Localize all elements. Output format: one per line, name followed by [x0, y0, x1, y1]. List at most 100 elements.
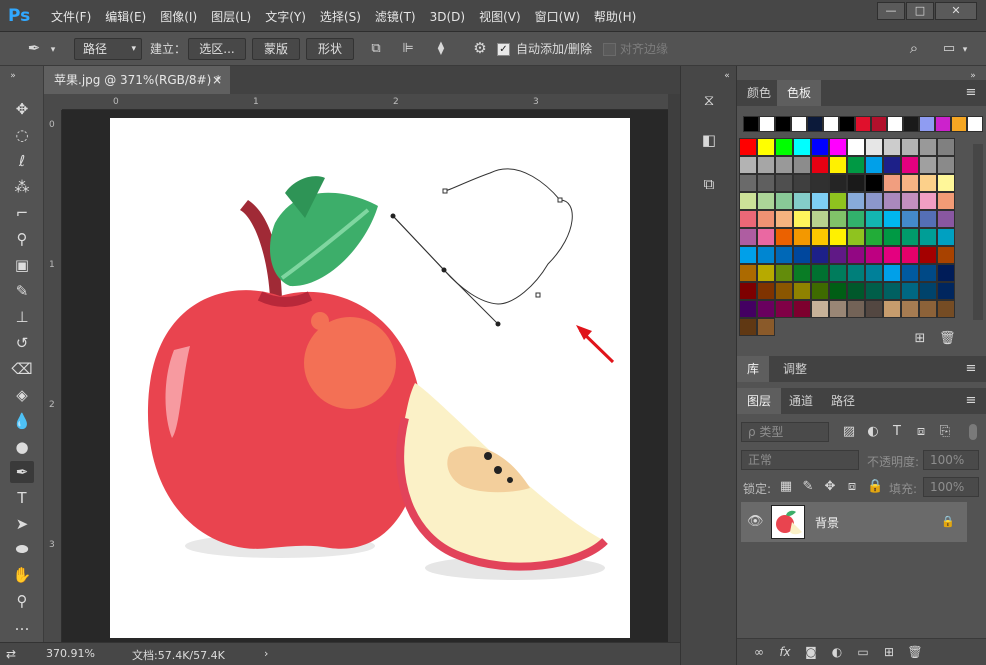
paint-bucket-tool-icon[interactable]: ◈ [10, 384, 34, 406]
layer-filter-select[interactable]: ρ 类型 [741, 422, 829, 442]
color-swatch[interactable] [865, 282, 883, 300]
color-swatch[interactable] [775, 156, 793, 174]
tab-channels[interactable]: 通道 [779, 388, 823, 414]
color-swatch[interactable] [811, 192, 829, 210]
document-tab[interactable]: 苹果.jpg @ 371%(RGB/8#) * × [44, 66, 230, 94]
color-swatch[interactable] [739, 192, 757, 210]
filter-shape-icon[interactable]: ⧈ [913, 424, 929, 440]
make-selection-button[interactable]: 选区... [188, 38, 246, 60]
color-swatch[interactable] [919, 300, 937, 318]
filter-pixel-icon[interactable]: ▨ [841, 424, 857, 440]
tab-libraries[interactable]: 库 [737, 356, 770, 382]
blur-tool-icon[interactable]: 💧 [10, 410, 34, 432]
restore-button[interactable]: □ [906, 2, 934, 20]
color-swatch[interactable] [739, 138, 757, 156]
color-swatch[interactable] [775, 174, 793, 192]
color-swatch[interactable] [847, 138, 865, 156]
color-swatch[interactable] [829, 156, 847, 174]
lock-position-icon[interactable]: ✥ [823, 479, 837, 495]
minimize-button[interactable]: — [877, 2, 905, 20]
color-swatch[interactable] [775, 228, 793, 246]
path-operations-icon[interactable]: ⧉ [366, 41, 386, 57]
color-swatch[interactable] [865, 228, 883, 246]
move-tool-icon[interactable]: ✥ [10, 98, 34, 120]
menu-edit[interactable]: 编辑(E) [98, 0, 153, 32]
color-swatch[interactable] [937, 246, 955, 264]
color-swatch[interactable] [865, 210, 883, 228]
menu-help[interactable]: 帮助(H) [587, 0, 643, 32]
lasso-tool-icon[interactable]: ℓ [10, 150, 34, 172]
eyedropper-tool-icon[interactable]: ⚲ [10, 228, 34, 250]
color-swatch[interactable] [847, 228, 865, 246]
new-group-icon[interactable]: ▭ [855, 644, 871, 660]
path-anchor-point[interactable] [441, 267, 447, 273]
color-swatch[interactable] [775, 138, 793, 156]
recent-swatch[interactable] [967, 116, 983, 132]
color-swatch[interactable] [811, 246, 829, 264]
delete-layer-icon[interactable]: 🗑 [907, 644, 923, 660]
lock-pixels-icon[interactable]: ✎ [801, 479, 815, 495]
menu-3d[interactable]: 3D(D) [423, 0, 472, 32]
path-selection-tool-icon[interactable]: ➤ [10, 513, 34, 535]
add-mask-icon[interactable]: ◙ [803, 644, 819, 660]
color-swatch[interactable] [883, 192, 901, 210]
color-swatch[interactable] [883, 300, 901, 318]
color-swatch[interactable] [793, 138, 811, 156]
color-swatch[interactable] [883, 156, 901, 174]
color-swatch[interactable] [937, 228, 955, 246]
recent-swatch[interactable] [871, 116, 887, 132]
filter-smart-object-icon[interactable]: ⎘ [937, 424, 953, 440]
ellipse-tool-icon[interactable]: ⬬ [10, 538, 34, 560]
color-swatch[interactable] [757, 138, 775, 156]
recent-swatch[interactable] [743, 116, 759, 132]
lock-transparency-icon[interactable]: ▦ [779, 479, 793, 495]
recent-swatch[interactable] [935, 116, 951, 132]
menu-select[interactable]: 选择(S) [313, 0, 368, 32]
color-swatch[interactable] [829, 264, 847, 282]
color-swatch[interactable] [901, 264, 919, 282]
pen-mode-select[interactable]: 路径 ▾ [74, 38, 142, 60]
color-swatch[interactable] [811, 138, 829, 156]
recent-swatch[interactable] [887, 116, 903, 132]
color-swatch[interactable] [757, 228, 775, 246]
color-swatch[interactable] [865, 156, 883, 174]
color-swatch[interactable] [811, 300, 829, 318]
collapse-arrows-icon[interactable]: » [6, 68, 20, 84]
close-window-button[interactable]: ✕ [935, 2, 977, 20]
color-swatch[interactable] [775, 210, 793, 228]
color-swatch[interactable] [937, 156, 955, 174]
blend-mode-select[interactable]: 正常 [741, 450, 859, 470]
more-tools-icon[interactable]: … [10, 618, 34, 634]
workspace-icon[interactable]: ▭ [940, 41, 958, 57]
gear-icon[interactable]: ⚙ [470, 40, 490, 56]
color-swatch[interactable] [919, 174, 937, 192]
color-swatch[interactable] [937, 282, 955, 300]
color-swatch[interactable] [901, 282, 919, 300]
color-swatch[interactable] [847, 174, 865, 192]
color-swatch[interactable] [793, 300, 811, 318]
color-swatch[interactable] [937, 210, 955, 228]
color-swatch[interactable] [793, 282, 811, 300]
new-layer-icon[interactable]: ⊞ [881, 644, 897, 660]
color-swatch[interactable] [937, 300, 955, 318]
color-swatch[interactable] [883, 138, 901, 156]
color-swatch[interactable] [901, 228, 919, 246]
vertical-scrollbar[interactable] [668, 94, 680, 642]
marquee-tool-icon[interactable]: ◌ [10, 124, 34, 146]
color-swatch[interactable] [739, 174, 757, 192]
magic-wand-tool-icon[interactable]: ⁂ [10, 176, 34, 198]
close-tab-icon[interactable]: × [212, 66, 222, 94]
recent-swatch[interactable] [823, 116, 839, 132]
color-swatch[interactable] [757, 300, 775, 318]
color-swatch[interactable] [739, 246, 757, 264]
recent-swatch[interactable] [903, 116, 919, 132]
pen-tool-preset-icon[interactable]: ✒ [22, 40, 46, 56]
color-swatch[interactable] [865, 300, 883, 318]
color-swatch[interactable] [883, 174, 901, 192]
recent-swatch[interactable] [919, 116, 935, 132]
color-swatch[interactable] [901, 156, 919, 174]
color-swatch[interactable] [829, 138, 847, 156]
make-mask-button[interactable]: 蒙版 [252, 38, 300, 60]
menu-window[interactable]: 窗口(W) [528, 0, 587, 32]
color-swatch[interactable] [883, 282, 901, 300]
